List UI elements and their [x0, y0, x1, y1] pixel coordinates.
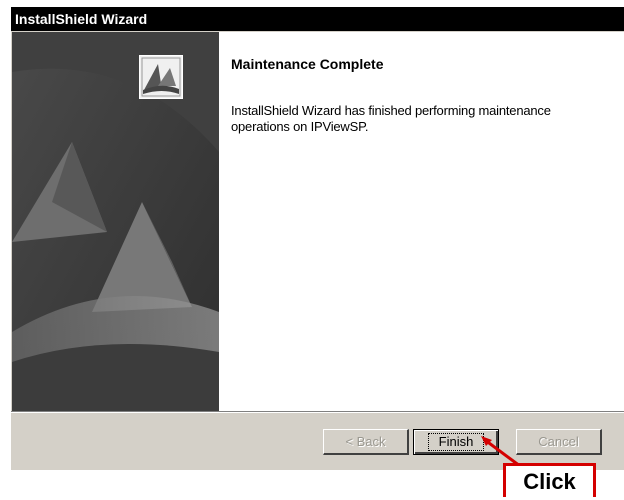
installshield-wizard-window: InstallShield Wizard Maintenance Complet…: [10, 6, 624, 470]
separator-highlight: [11, 412, 624, 413]
cancel-button[interactable]: Cancel: [516, 429, 602, 455]
window-title: InstallShield Wizard: [15, 11, 148, 27]
page-heading: Maintenance Complete: [231, 56, 384, 72]
content-panel: Maintenance Complete InstallShield Wizar…: [219, 32, 624, 413]
back-button[interactable]: < Back: [323, 429, 409, 455]
installshield-logo-icon: [139, 55, 183, 99]
completion-message: InstallShield Wizard has finished perfor…: [231, 103, 551, 134]
side-banner-image: [12, 32, 219, 413]
click-annotation: Click: [503, 463, 596, 497]
title-bar[interactable]: InstallShield Wizard: [11, 7, 624, 31]
finish-button-label: Finish: [427, 433, 485, 451]
finish-button[interactable]: Finish: [413, 429, 499, 455]
